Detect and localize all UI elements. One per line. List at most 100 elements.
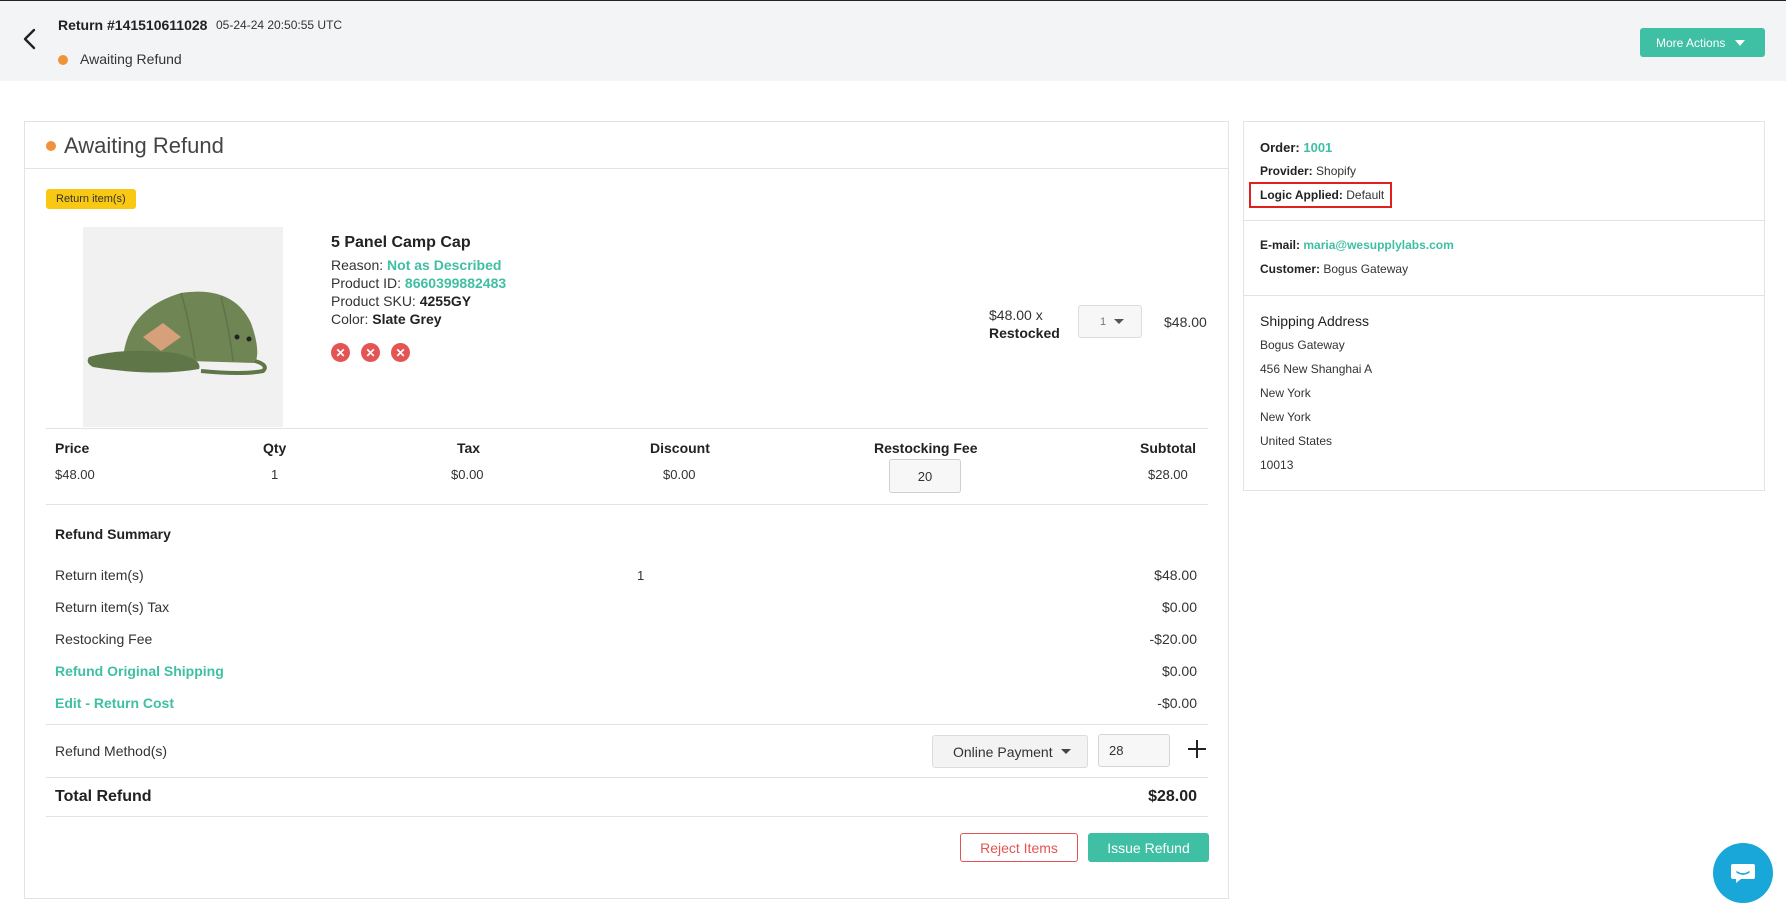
plus-icon[interactable] xyxy=(1185,737,1209,761)
sku-value: 4255GY xyxy=(419,293,472,309)
col-header-subtotal: Subtotal xyxy=(1140,440,1196,456)
summary-row-value: -$20.00 xyxy=(1149,631,1197,647)
cell-price: $48.00 xyxy=(55,467,95,482)
customer-value: Bogus Gateway xyxy=(1323,262,1409,276)
color-value: Slate Grey xyxy=(372,311,442,327)
reason-value: Not as Described xyxy=(387,257,502,273)
unit-price-restocked: $48.00 x Restocked xyxy=(989,306,1060,342)
total-refund-value: $28.00 xyxy=(1148,788,1197,805)
address-line: New York xyxy=(1260,386,1311,400)
line-total: $48.00 xyxy=(1164,314,1207,330)
divider xyxy=(46,816,1208,817)
cell-qty: 1 xyxy=(271,467,279,482)
more-actions-label: More Actions xyxy=(1656,35,1726,50)
card-header: Awaiting Refund xyxy=(25,122,1228,169)
divider xyxy=(46,428,1208,429)
status-dot-icon xyxy=(58,55,68,65)
provider-label: Provider: xyxy=(1260,164,1313,178)
return-title: Return #141510611028 xyxy=(58,17,208,33)
close-icon[interactable]: ✕ xyxy=(361,343,380,362)
cell-tax: $0.00 xyxy=(451,467,484,482)
summary-row-label: Return item(s) xyxy=(55,567,144,583)
remove-buttons: ✕ ✕ ✕ xyxy=(331,343,410,362)
reject-items-button[interactable]: Reject Items xyxy=(960,833,1078,862)
total-refund-label: Total Refund xyxy=(55,788,152,805)
summary-row-label: Restocking Fee xyxy=(55,631,153,647)
color-label: Color: xyxy=(331,311,369,327)
more-actions-button[interactable]: More Actions xyxy=(1640,28,1765,57)
col-header-price: Price xyxy=(55,440,90,456)
close-icon[interactable]: ✕ xyxy=(331,343,350,362)
col-header-tax: Tax xyxy=(457,440,481,456)
divider xyxy=(46,724,1208,725)
provider-row: Provider: Shopify xyxy=(1260,164,1356,178)
refund-method-select[interactable]: Online Payment xyxy=(932,735,1088,768)
quantity-select[interactable]: 1 xyxy=(1078,305,1142,338)
address-line: Bogus Gateway xyxy=(1260,338,1345,352)
address-line: 456 New Shanghai A xyxy=(1260,362,1373,376)
back-arrow-icon[interactable] xyxy=(18,27,42,51)
order-link[interactable]: 1001 xyxy=(1303,140,1332,155)
caret-down-icon xyxy=(1735,39,1746,46)
summary-row-value: -$0.00 xyxy=(1157,695,1197,711)
address-line: 10013 xyxy=(1260,458,1294,472)
sku-label: Product SKU: xyxy=(331,293,416,309)
edit-return-cost-link[interactable]: Edit - Return Cost xyxy=(55,695,174,711)
return-date: 05-24-24 20:50:55 UTC xyxy=(216,18,343,32)
summary-row-value: $48.00 xyxy=(1154,567,1197,583)
col-header-restocking-fee: Restocking Fee xyxy=(874,440,978,456)
caret-down-icon xyxy=(1060,749,1071,754)
divider xyxy=(1244,295,1764,296)
order-info-card: Order: 1001 Provider: Shopify Logic Appl… xyxy=(1243,121,1765,491)
summary-row-value: $0.00 xyxy=(1161,663,1197,679)
logic-applied-value: Default xyxy=(1346,188,1385,202)
email-link[interactable]: maria@wesupplylabs.com xyxy=(1303,238,1453,252)
product-color: Color: Slate Grey xyxy=(331,311,442,327)
email-row: E-mail: maria@wesupplylabs.com xyxy=(1260,238,1454,252)
summary-row-qty: 1 xyxy=(637,568,645,583)
product-reason: Reason: Not as Described xyxy=(331,257,501,273)
refund-method-label: Refund Method(s) xyxy=(55,743,168,759)
logic-applied-row: Logic Applied: Default xyxy=(1260,188,1384,202)
divider xyxy=(46,504,1208,505)
summary-row-label: Return item(s) Tax xyxy=(55,599,170,615)
logic-applied-label: Logic Applied: xyxy=(1260,188,1343,202)
card-title: Awaiting Refund xyxy=(64,133,224,158)
return-details-card: Awaiting Refund Return item(s) 5 Panel C… xyxy=(24,121,1229,899)
status-dot-icon xyxy=(46,141,56,151)
col-header-discount: Discount xyxy=(650,440,710,456)
chat-icon[interactable] xyxy=(1713,843,1773,903)
close-icon[interactable]: ✕ xyxy=(391,343,410,362)
reason-label: Reason: xyxy=(331,257,384,273)
caret-down-icon xyxy=(1114,319,1125,324)
summary-row-value: $0.00 xyxy=(1161,599,1197,615)
refund-amount-input[interactable]: 28 xyxy=(1098,734,1170,767)
product-image xyxy=(83,227,283,427)
divider xyxy=(46,777,1208,778)
restocked-label: Restocked xyxy=(989,325,1060,341)
return-status: Awaiting Refund xyxy=(80,51,182,67)
address-line: United States xyxy=(1260,434,1333,448)
divider xyxy=(1244,220,1764,221)
email-label: E-mail: xyxy=(1260,238,1301,252)
cell-discount: $0.00 xyxy=(663,467,696,482)
product-id-value[interactable]: 8660399882483 xyxy=(405,275,506,291)
unit-price: $48.00 x xyxy=(989,307,1043,323)
order-label: Order: xyxy=(1260,140,1300,155)
refund-original-shipping-link[interactable]: Refund Original Shipping xyxy=(55,663,224,679)
order-row: Order: 1001 xyxy=(1260,140,1332,155)
address-line: New York xyxy=(1260,410,1311,424)
provider-value: Shopify xyxy=(1316,164,1357,178)
cell-subtotal: $28.00 xyxy=(1148,467,1188,482)
customer-label: Customer: xyxy=(1260,262,1321,276)
product-name: 5 Panel Camp Cap xyxy=(331,234,471,251)
shipping-address-title: Shipping Address xyxy=(1260,313,1369,329)
customer-row: Customer: Bogus Gateway xyxy=(1260,262,1408,276)
refund-method-value: Online Payment xyxy=(953,743,1053,760)
quantity-value: 1 xyxy=(1100,315,1107,328)
col-header-qty: Qty xyxy=(263,440,287,456)
product-sku: Product SKU: 4255GY xyxy=(331,293,471,309)
top-bar: Return #141510611028 05-24-24 20:50:55 U… xyxy=(0,0,1786,81)
issue-refund-button[interactable]: Issue Refund xyxy=(1088,833,1209,862)
restocking-fee-input[interactable]: 20 xyxy=(889,459,961,493)
